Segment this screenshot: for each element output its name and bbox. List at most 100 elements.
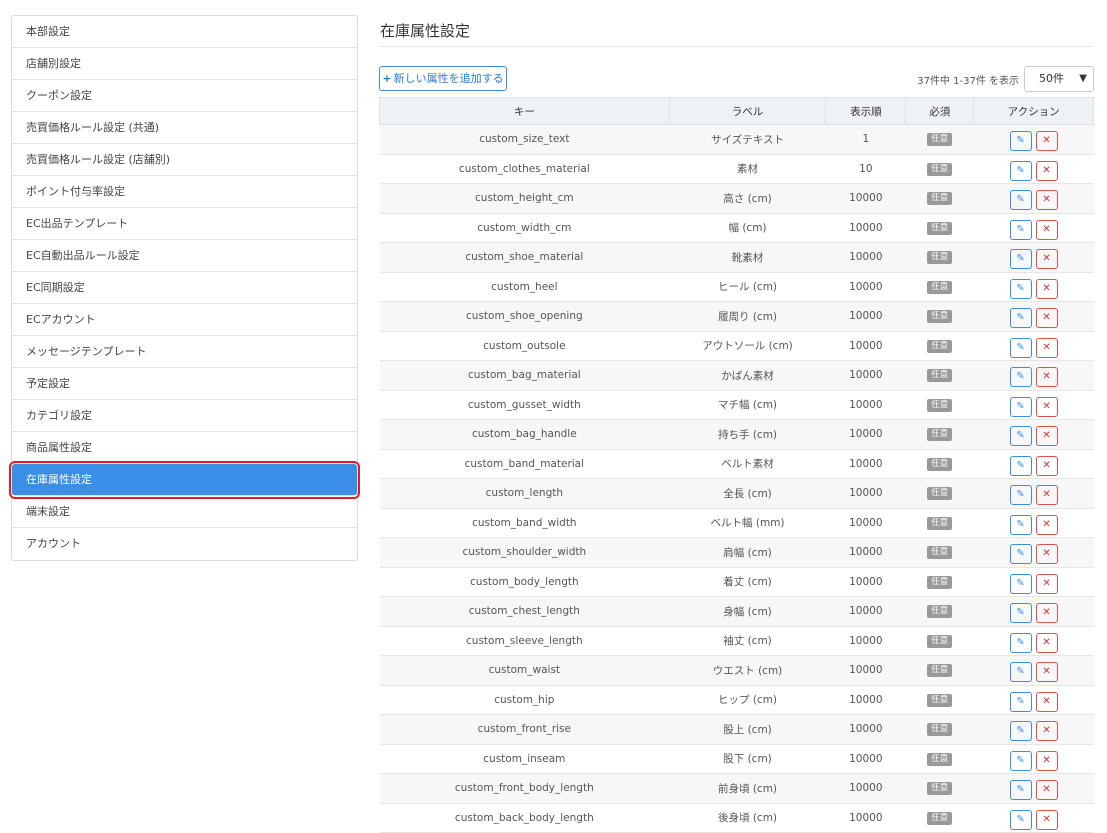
sidebar-item[interactable]: 売買価格ルール設定 (店舗別) <box>12 144 357 176</box>
sidebar-item[interactable]: 店舗別設定 <box>12 48 357 80</box>
sidebar-item[interactable]: アカウント <box>12 528 357 560</box>
edit-button[interactable]: ✎ <box>1009 573 1032 594</box>
sidebar-item[interactable]: ポイント付与率設定 <box>12 176 357 208</box>
cell-required: 任意 <box>905 508 974 538</box>
delete-button[interactable]: ✕ <box>1035 750 1058 771</box>
delete-button[interactable]: ✕ <box>1035 455 1058 476</box>
per-page-select[interactable]: 50件 ▼ <box>1024 66 1094 92</box>
required-badge: 任意 <box>927 752 953 766</box>
delete-button[interactable]: ✕ <box>1035 603 1058 624</box>
edit-button[interactable]: ✎ <box>1009 249 1032 270</box>
delete-button[interactable]: ✕ <box>1035 190 1058 211</box>
cell-required: 任意 <box>905 655 974 686</box>
edit-button[interactable]: ✎ <box>1009 603 1032 624</box>
delete-button[interactable]: ✕ <box>1035 337 1058 358</box>
pencil-icon: ✎ <box>1016 666 1025 678</box>
cell-label: 肩幅 (cm) <box>669 537 826 568</box>
edit-button[interactable]: ✎ <box>1009 367 1032 388</box>
cell-key: custom_waist <box>379 655 670 686</box>
cell-required: 任意 <box>905 124 974 155</box>
sidebar-item[interactable]: メッセージテンプレート <box>12 336 357 368</box>
delete-button[interactable]: ✕ <box>1035 514 1058 535</box>
cell-required: 任意 <box>905 360 974 391</box>
delete-button[interactable]: ✕ <box>1035 485 1058 506</box>
delete-button[interactable]: ✕ <box>1035 249 1058 270</box>
required-badge: 任意 <box>927 398 953 412</box>
cell-order: 10000 <box>825 360 906 391</box>
edit-button[interactable]: ✎ <box>1009 160 1032 181</box>
edit-button[interactable]: ✎ <box>1009 691 1032 712</box>
close-icon: ✕ <box>1042 695 1051 707</box>
delete-button[interactable]: ✕ <box>1035 573 1058 594</box>
cell-required: 任意 <box>905 478 974 509</box>
column-header-required[interactable]: 必須 <box>905 97 975 125</box>
edit-button[interactable]: ✎ <box>1009 544 1032 565</box>
sidebar-item[interactable]: 本部設定 <box>12 16 357 48</box>
sidebar-item[interactable]: 端末設定 <box>12 496 357 528</box>
delete-button[interactable]: ✕ <box>1035 219 1058 240</box>
column-header-key[interactable]: キー <box>379 97 670 125</box>
sidebar-item[interactable]: EC同期設定 <box>12 272 357 304</box>
sidebar-item[interactable]: 在庫属性設定 <box>9 461 360 499</box>
sidebar-item[interactable]: 予定設定 <box>12 368 357 400</box>
edit-button[interactable]: ✎ <box>1009 337 1032 358</box>
delete-button[interactable]: ✕ <box>1035 780 1058 801</box>
cell-key: custom_chest_length <box>379 596 670 627</box>
edit-button[interactable]: ✎ <box>1009 190 1032 211</box>
column-header-label[interactable]: ラベル <box>668 97 827 125</box>
delete-button[interactable]: ✕ <box>1035 426 1058 447</box>
required-badge: 任意 <box>927 782 953 796</box>
edit-button[interactable]: ✎ <box>1009 485 1032 506</box>
sidebar-item[interactable]: 売買価格ルール設定 (共通) <box>12 112 357 144</box>
attribute-table: キー ラベル 表示順 必須 アクション custom_size_text サイズテ… <box>379 97 1094 833</box>
edit-button[interactable]: ✎ <box>1009 308 1032 329</box>
delete-button[interactable]: ✕ <box>1035 691 1058 712</box>
edit-button[interactable]: ✎ <box>1009 278 1032 299</box>
required-badge: 任意 <box>927 457 953 471</box>
delete-button[interactable]: ✕ <box>1035 809 1058 830</box>
pencil-icon: ✎ <box>1016 695 1025 707</box>
delete-button[interactable]: ✕ <box>1035 662 1058 683</box>
edit-button[interactable]: ✎ <box>1009 131 1032 152</box>
sidebar-item[interactable]: クーポン設定 <box>12 80 357 112</box>
edit-button[interactable]: ✎ <box>1009 780 1032 801</box>
edit-button[interactable]: ✎ <box>1009 809 1032 830</box>
cell-order: 10000 <box>825 272 906 302</box>
sidebar-item[interactable]: EC自動出品ルール設定 <box>12 240 357 272</box>
cell-order: 10000 <box>825 183 906 214</box>
edit-button[interactable]: ✎ <box>1009 721 1032 742</box>
delete-button[interactable]: ✕ <box>1035 308 1058 329</box>
cell-actions: ✎ ✕ <box>973 773 1094 804</box>
sidebar-item[interactable]: ECアカウント <box>12 304 357 336</box>
delete-button[interactable]: ✕ <box>1035 367 1058 388</box>
edit-button[interactable]: ✎ <box>1009 750 1032 771</box>
close-icon: ✕ <box>1042 636 1051 648</box>
cell-key: custom_shoe_material <box>379 242 670 273</box>
cell-actions: ✎ ✕ <box>973 213 1094 243</box>
delete-button[interactable]: ✕ <box>1035 396 1058 417</box>
sidebar-item[interactable]: 商品属性設定 <box>12 432 357 464</box>
add-attribute-button[interactable]: + 新しい属性を追加する <box>379 66 507 91</box>
delete-button[interactable]: ✕ <box>1035 278 1058 299</box>
pencil-icon: ✎ <box>1016 282 1025 294</box>
delete-button[interactable]: ✕ <box>1035 131 1058 152</box>
edit-button[interactable]: ✎ <box>1009 455 1032 476</box>
plus-icon: + <box>382 72 392 85</box>
delete-button[interactable]: ✕ <box>1035 160 1058 181</box>
edit-button[interactable]: ✎ <box>1009 514 1032 535</box>
sidebar-item[interactable]: カテゴリ設定 <box>12 400 357 432</box>
delete-button[interactable]: ✕ <box>1035 721 1058 742</box>
edit-button[interactable]: ✎ <box>1009 632 1032 653</box>
sidebar-item[interactable]: EC出品テンプレート <box>12 208 357 240</box>
edit-button[interactable]: ✎ <box>1009 219 1032 240</box>
delete-button[interactable]: ✕ <box>1035 632 1058 653</box>
cell-required: 任意 <box>905 390 974 420</box>
delete-button[interactable]: ✕ <box>1035 544 1058 565</box>
edit-button[interactable]: ✎ <box>1009 662 1032 683</box>
table-row: custom_size_text サイズテキスト 1 任意 ✎ ✕ <box>379 124 1094 155</box>
table-row: custom_inseam 股下 (cm) 10000 任意 ✎ ✕ <box>379 744 1094 774</box>
edit-button[interactable]: ✎ <box>1009 426 1032 447</box>
edit-button[interactable]: ✎ <box>1009 396 1032 417</box>
add-attribute-label: 新しい属性を追加する <box>393 72 504 85</box>
column-header-order[interactable]: 表示順 <box>825 97 907 125</box>
